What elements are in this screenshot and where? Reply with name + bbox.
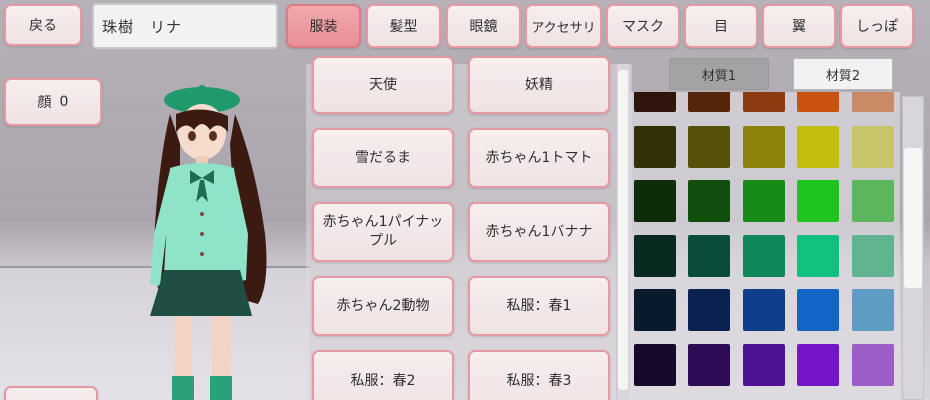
outfit-item[interactable]: 天使 bbox=[312, 56, 454, 114]
color-swatch[interactable] bbox=[634, 344, 676, 386]
outfit-item[interactable]: 妖精 bbox=[468, 56, 610, 114]
palette-scroll-thumb[interactable] bbox=[904, 148, 922, 288]
tab-hairstyle[interactable]: 髪型 bbox=[366, 4, 441, 48]
color-swatch[interactable] bbox=[797, 344, 839, 386]
outfit-item[interactable]: 私服：春2 bbox=[312, 350, 454, 400]
color-swatch[interactable] bbox=[852, 180, 894, 222]
color-swatch[interactable] bbox=[688, 180, 730, 222]
tab-mask[interactable]: マスク bbox=[606, 4, 680, 48]
color-swatch[interactable] bbox=[852, 235, 894, 277]
outfit-item[interactable]: 雪だるま bbox=[312, 128, 454, 188]
color-swatch[interactable] bbox=[634, 180, 676, 222]
color-swatch[interactable] bbox=[852, 92, 894, 112]
color-swatch[interactable] bbox=[743, 92, 785, 112]
color-swatch[interactable] bbox=[688, 289, 730, 331]
material-2-tab[interactable]: 材質2 bbox=[793, 58, 893, 90]
tab-wings[interactable]: 翼 bbox=[762, 4, 836, 48]
color-swatch[interactable] bbox=[797, 180, 839, 222]
color-swatch[interactable] bbox=[634, 289, 676, 331]
tab-glasses[interactable]: 眼鏡 bbox=[446, 4, 521, 48]
face-button[interactable]: 顔 0 bbox=[4, 78, 102, 126]
color-swatch[interactable] bbox=[634, 92, 676, 112]
color-swatch[interactable] bbox=[743, 289, 785, 331]
color-swatch[interactable] bbox=[797, 289, 839, 331]
tab-tail[interactable]: しっぽ bbox=[840, 4, 914, 48]
color-swatch[interactable] bbox=[688, 126, 730, 168]
tab-clothing[interactable]: 服装 bbox=[286, 4, 361, 48]
color-swatch[interactable] bbox=[797, 235, 839, 277]
color-swatch[interactable] bbox=[797, 126, 839, 168]
character-name-field[interactable]: 珠樹 リナ bbox=[92, 3, 278, 49]
outfit-item[interactable]: 私服：春3 bbox=[468, 350, 610, 400]
color-swatch[interactable] bbox=[852, 126, 894, 168]
character-model bbox=[150, 85, 267, 400]
outfit-item[interactable]: 赤ちゃん1トマト bbox=[468, 128, 610, 188]
color-swatch[interactable] bbox=[688, 235, 730, 277]
face-value: 0 bbox=[59, 94, 69, 110]
lower-left-button[interactable] bbox=[4, 386, 98, 400]
color-swatch[interactable] bbox=[688, 344, 730, 386]
tab-accessory[interactable]: アクセサリ bbox=[525, 4, 602, 48]
color-swatch[interactable] bbox=[797, 92, 839, 112]
color-swatch[interactable] bbox=[688, 92, 730, 112]
tab-eyes[interactable]: 目 bbox=[684, 4, 758, 48]
outfit-item[interactable]: 赤ちゃん1バナナ bbox=[468, 202, 610, 262]
color-swatch[interactable] bbox=[634, 126, 676, 168]
material-1-tab[interactable]: 材質1 bbox=[669, 58, 769, 90]
color-swatch[interactable] bbox=[852, 344, 894, 386]
back-button[interactable]: 戻る bbox=[4, 4, 82, 46]
face-label: 顔 bbox=[37, 95, 52, 111]
color-swatch[interactable] bbox=[743, 180, 785, 222]
outfit-item[interactable]: 赤ちゃん1パイナップル bbox=[312, 202, 454, 262]
color-swatch[interactable] bbox=[743, 344, 785, 386]
color-swatch[interactable] bbox=[852, 289, 894, 331]
color-swatch[interactable] bbox=[743, 126, 785, 168]
color-palette bbox=[630, 92, 900, 400]
outfit-item[interactable]: 赤ちゃん2動物 bbox=[312, 276, 454, 336]
color-swatch[interactable] bbox=[634, 235, 676, 277]
outfit-list-scroll-thumb[interactable] bbox=[618, 70, 628, 390]
color-swatch[interactable] bbox=[743, 235, 785, 277]
outfit-item[interactable]: 私服：春1 bbox=[468, 276, 610, 336]
